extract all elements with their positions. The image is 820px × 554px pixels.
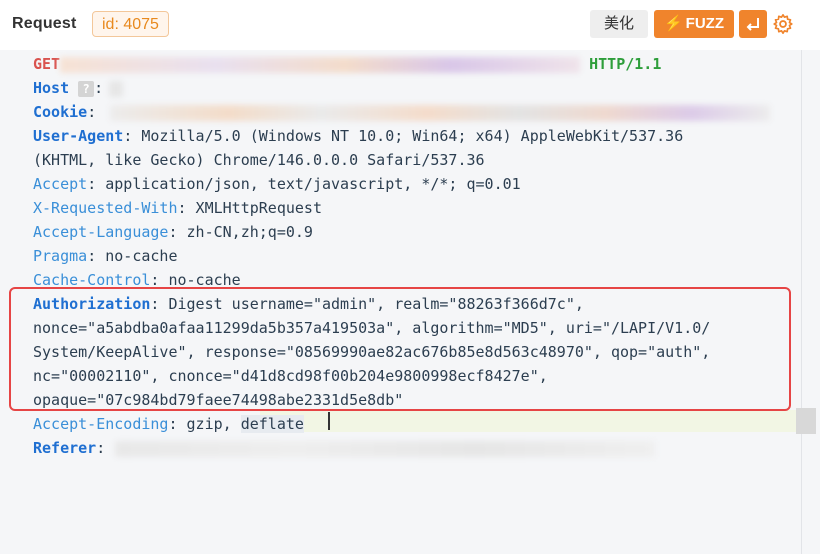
header-key: Accept-Encoding bbox=[33, 415, 169, 433]
fuzz-button[interactable]: ⚡ FUZZ bbox=[654, 10, 734, 38]
authorization-highlight-box bbox=[9, 287, 791, 411]
header-cookie: Cookie: bbox=[33, 100, 793, 124]
header-referer: Referer: bbox=[33, 436, 793, 460]
header-x-requested-with: X-Requested-With: XMLHttpRequest bbox=[33, 199, 322, 217]
header-value: application/json, text/javascript, */*; … bbox=[96, 175, 521, 193]
selected-text: deflate bbox=[240, 415, 304, 433]
panel-divider bbox=[801, 50, 802, 554]
header-accept-encoding: Accept-Encoding: gzip, deflate bbox=[33, 415, 304, 433]
line-wrap-button[interactable] bbox=[739, 10, 767, 38]
header-accept: Accept: application/json, text/javascrip… bbox=[33, 175, 521, 193]
header-value: XMLHttpRequest bbox=[186, 199, 322, 217]
text-cursor bbox=[328, 412, 330, 430]
header-pragma: Pragma: no-cache bbox=[33, 247, 178, 265]
header-value: no-cache bbox=[96, 247, 178, 265]
lightning-icon: ⚡ bbox=[663, 15, 683, 32]
redacted-referer bbox=[115, 440, 656, 457]
header-accept-language: Accept-Language: zh-CN,zh;q=0.9 bbox=[33, 223, 313, 241]
header-key: User-Agent bbox=[33, 127, 124, 145]
header-key: Accept bbox=[33, 175, 88, 193]
redacted-host bbox=[109, 80, 124, 97]
redacted-path bbox=[60, 56, 581, 73]
header-key: Host bbox=[33, 79, 70, 97]
request-line: GET HTTP/1.1 bbox=[33, 52, 793, 76]
header-key: Referer bbox=[33, 439, 97, 457]
header-key: Accept-Language bbox=[33, 223, 169, 241]
request-header: Request id: 4075 美化 ⚡ FUZZ bbox=[0, 0, 820, 50]
protocol: HTTP/1.1 bbox=[589, 55, 662, 73]
redacted-cookie bbox=[110, 104, 771, 121]
gear-icon[interactable] bbox=[772, 13, 794, 35]
header-value: (KHTML, like Gecko) Chrome/146.0.0.0 Saf… bbox=[33, 151, 485, 169]
header-key: X-Requested-With bbox=[33, 199, 178, 217]
method: GET bbox=[33, 55, 61, 73]
header-user-agent: User-Agent: Mozilla/5.0 (Windows NT 10.0… bbox=[33, 127, 684, 145]
header-value: zh-CN,zh;q=0.9 bbox=[177, 223, 313, 241]
header-user-agent-cont: (KHTML, like Gecko) Chrome/146.0.0.0 Saf… bbox=[33, 148, 793, 172]
header-key: Cookie bbox=[33, 103, 88, 121]
help-icon: ? bbox=[78, 80, 95, 97]
header-host: Host ?: bbox=[33, 76, 793, 100]
wrap-icon bbox=[746, 18, 759, 31]
header-value: gzip, bbox=[177, 415, 241, 433]
header-key: Pragma bbox=[33, 247, 88, 265]
beautify-button[interactable]: 美化 bbox=[590, 10, 648, 38]
fuzz-label: FUZZ bbox=[685, 15, 724, 32]
panel-title: Request bbox=[12, 15, 77, 32]
scrollbar-thumb[interactable] bbox=[796, 408, 816, 434]
request-id-badge: id: 4075 bbox=[92, 11, 169, 37]
header-value: Mozilla/5.0 (Windows NT 10.0; Win64; x64… bbox=[132, 127, 684, 145]
